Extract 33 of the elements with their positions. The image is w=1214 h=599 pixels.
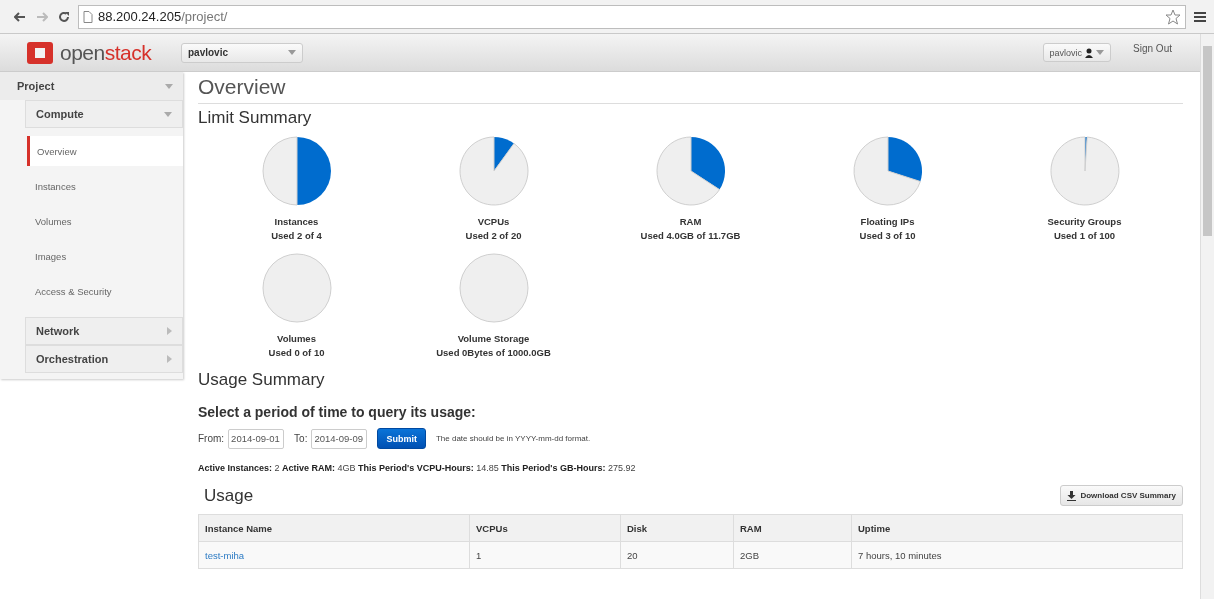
limit-usage: Used 2 of 4 (271, 230, 322, 241)
table-cell: 7 hours, 10 minutes (851, 541, 1183, 569)
to-label: To: (294, 433, 308, 444)
logo-text: openstack (60, 40, 152, 65)
page-title: Overview (198, 72, 1183, 104)
limit-name: RAM (679, 216, 702, 227)
limit-name: VCPUs (477, 216, 510, 227)
column-header: Instance Name (198, 514, 470, 542)
table-cell: 2GB (733, 541, 852, 569)
limit-name: Security Groups (1047, 216, 1122, 227)
limit-name: Instances (274, 216, 319, 227)
date-format-hint: The date should be in YYYY-mm-dd format. (435, 434, 591, 443)
section-title: Limit Summary (198, 108, 313, 128)
column-header: RAM (733, 514, 852, 542)
table-cell: 1 (469, 541, 621, 569)
table-cell: 20 (620, 541, 734, 569)
limit-usage: Used 0 of 10 (268, 347, 325, 358)
column-header: Disk (620, 514, 734, 542)
section-title: Usage (204, 485, 254, 506)
column-header: Uptime (851, 514, 1183, 542)
query-title: Select a period of time to query its usage: (198, 404, 477, 420)
limit-usage: Used 2 of 20 (465, 230, 522, 241)
from-label: From: (198, 433, 225, 444)
limit-name: Volume Storage (457, 333, 530, 344)
limit-usage: Used 0Bytes of 1000.0GB (436, 347, 551, 358)
limit-name: Floating IPs (860, 216, 915, 227)
usage-totals: Active Instances: 2 Active RAM: 4GB This Period's VCPU-Hours: 14.85 This Period's GB-Hours: 275.92 (198, 463, 637, 473)
limit-usage: Used 4.0GB of 11.7GB (640, 230, 741, 241)
limit-usage: Used 1 of 100 (1053, 230, 1116, 241)
column-header: VCPUs (469, 514, 621, 542)
limit-usage: Used 3 of 10 (859, 230, 916, 241)
section-title: Usage Summary (198, 370, 326, 390)
limit-name: Volumes (277, 333, 316, 344)
